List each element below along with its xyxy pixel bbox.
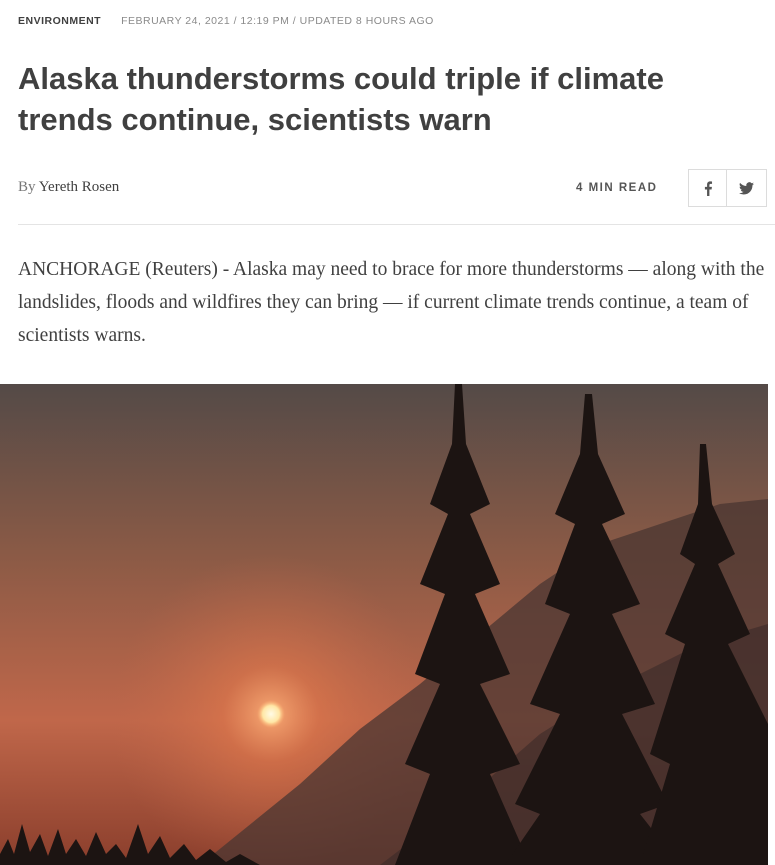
twitter-share-button[interactable] — [726, 169, 767, 207]
byline: By Yereth Rosen — [18, 179, 119, 196]
sunset-forest-image — [0, 384, 768, 865]
article-lede: ANCHORAGE (Reuters) - Alaska may need to… — [18, 259, 765, 346]
byline-prefix: By — [18, 179, 36, 195]
twitter-icon — [739, 181, 754, 194]
section-link[interactable]: ENVIRONMENT — [18, 15, 101, 27]
author-link[interactable]: Yereth Rosen — [39, 179, 120, 195]
article-meta: ENVIRONMENT FEBRUARY 24, 2021 / 12:19 PM… — [18, 14, 434, 28]
headline: Alaska thunderstorms could triple if cli… — [18, 61, 664, 137]
read-time: 4 MIN READ — [576, 182, 658, 194]
timestamp: FEBRUARY 24, 2021 / 12:19 PM / UPDATED 8… — [121, 15, 434, 27]
divider — [18, 224, 775, 225]
sun — [257, 700, 285, 728]
share-buttons — [688, 169, 767, 207]
hero-photo[interactable] — [0, 384, 768, 865]
facebook-share-button[interactable] — [688, 169, 727, 207]
facebook-icon — [704, 180, 712, 196]
